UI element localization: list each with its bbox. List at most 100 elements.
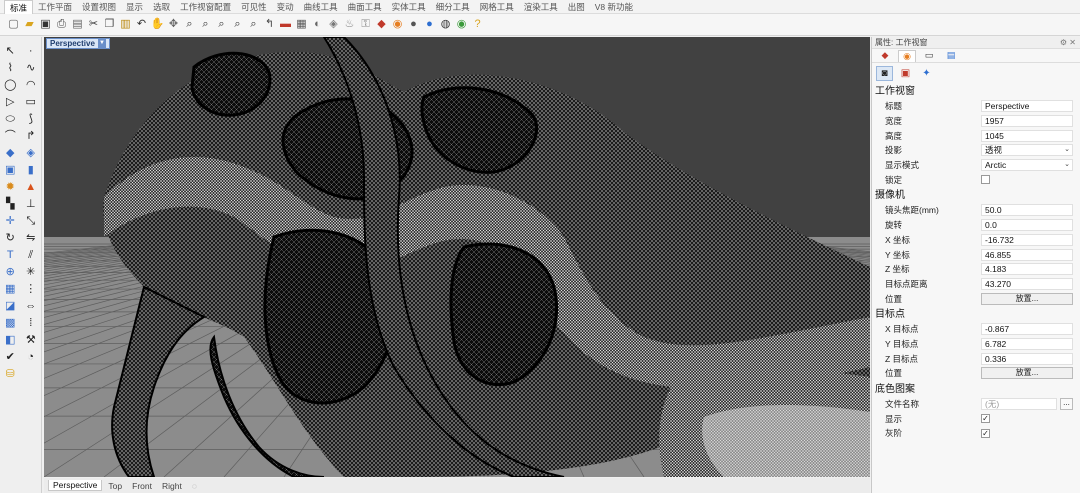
grid-icon[interactable]: ▦ (294, 17, 309, 32)
zoom-selected-icon[interactable]: ⌕ (230, 17, 245, 32)
height-field[interactable]: 1045 (981, 129, 1073, 142)
mesh-icon[interactable]: ▚ (3, 198, 17, 212)
tab-display[interactable]: 显示 (121, 0, 148, 14)
properties-tab-icon[interactable]: ◆ (876, 50, 894, 62)
text-icon[interactable]: ⁞ (24, 317, 38, 331)
render-icon[interactable]: ◍ (438, 17, 453, 32)
grid-array-icon[interactable]: ▩ (3, 317, 17, 331)
materials-tab-icon[interactable]: ◉ (898, 49, 916, 62)
camera-icon[interactable]: ◙ (876, 65, 893, 81)
tab-surface-tools[interactable]: 曲面工具 (343, 0, 387, 14)
add-view-icon[interactable]: ◌ (188, 481, 201, 491)
analyze-icon[interactable]: ◪ (3, 300, 17, 314)
group-icon[interactable]: ▦ (3, 283, 17, 297)
sphere-icon[interactable]: ● (406, 17, 421, 32)
camera-y-field[interactable]: 46.855 (981, 248, 1073, 261)
car-icon[interactable]: ▬ (278, 17, 293, 32)
target-place-button[interactable]: 放置... (981, 367, 1073, 380)
grayscale-checkbox[interactable]: ✓ (981, 428, 990, 438)
width-field[interactable]: 1957 (981, 115, 1073, 128)
display-mode-select[interactable]: Arctic ⌄ (981, 159, 1073, 172)
project-icon[interactable]: ⊥ (24, 198, 38, 212)
boolean-icon[interactable]: ✹ (3, 181, 17, 195)
globe-icon[interactable]: ◉ (454, 17, 469, 32)
zoom-window-icon[interactable]: ⌕ (198, 17, 213, 32)
tab-view-right[interactable]: Right (158, 481, 186, 491)
viewport-canvas[interactable] (44, 37, 870, 477)
hatch-icon[interactable]: ⚒ (24, 334, 38, 348)
material-icon[interactable]: ◆ (374, 17, 389, 32)
title-field[interactable]: Perspective (981, 100, 1073, 113)
tab-render-tools[interactable]: 渲染工具 (519, 0, 563, 14)
camera-x-field[interactable]: -16.732 (981, 233, 1073, 246)
fillet-curve-icon[interactable]: ⌒ (3, 130, 17, 144)
polygon-icon[interactable]: ▷ (3, 96, 17, 110)
move-icon[interactable]: ✛ (3, 215, 17, 229)
tab-drafting[interactable]: 出图 (563, 0, 590, 14)
tab-select[interactable]: 选取 (148, 0, 175, 14)
cylinder-icon[interactable]: ▮ (24, 164, 38, 178)
target-z-field[interactable]: 0.336 (981, 352, 1073, 365)
tab-solid-tools[interactable]: 实体工具 (387, 0, 431, 14)
render-sphere-icon[interactable]: ● (422, 17, 437, 32)
rotate-icon[interactable]: ↻ (3, 232, 17, 246)
viewport-perspective[interactable]: Perspective ▼ (44, 37, 870, 477)
save-icon[interactable]: ▣ (38, 17, 53, 32)
curve-icon[interactable]: ∿ (24, 62, 38, 76)
tag-icon[interactable]: ◐ (310, 17, 325, 32)
panel-options-icon[interactable]: ⚙ ✕ (1060, 37, 1076, 49)
extend-icon[interactable]: ↱ (24, 130, 38, 144)
rectangle-icon[interactable]: ▭ (24, 96, 38, 110)
tab-viewport-layout[interactable]: 工作视窗配置 (175, 0, 236, 14)
locked-checkbox[interactable] (981, 175, 990, 185)
undo-icon[interactable]: ↶ (134, 17, 149, 32)
rotation-field[interactable]: 0.0 (981, 219, 1073, 232)
layers-tab-icon[interactable]: ▤ (942, 50, 960, 62)
frame-icon[interactable]: ▣ (897, 66, 914, 81)
import-icon[interactable]: ▤ (70, 17, 85, 32)
zoom-extents-icon[interactable]: ⌕ (214, 17, 229, 32)
surface-icon[interactable]: ◆ (3, 147, 17, 161)
camera-place-button[interactable]: 放置... (981, 292, 1073, 305)
lens-field[interactable]: 50.0 (981, 204, 1073, 217)
tab-cplanes[interactable]: 工作平面 (33, 0, 77, 14)
join-icon[interactable]: ⊕ (3, 266, 17, 280)
circle-icon[interactable]: ◯ (3, 79, 17, 93)
print-icon[interactable]: ⎙ (54, 17, 69, 32)
array-icon[interactable]: ⋮ (24, 283, 38, 297)
chevron-down-icon[interactable]: ▼ (97, 39, 106, 48)
arc-icon[interactable]: ◠ (24, 79, 38, 93)
scale-icon[interactable]: ⤡ (24, 215, 38, 229)
zoom-icon[interactable]: ⌕ (182, 17, 197, 32)
mirror-icon[interactable]: ⇋ (24, 232, 38, 246)
color-wheel-icon[interactable]: ◉ (390, 17, 405, 32)
tab-curve-tools[interactable]: 曲线工具 (299, 0, 343, 14)
tab-v8-new[interactable]: V8 新功能 (590, 0, 638, 14)
paint-icon[interactable]: ⛁ (3, 368, 17, 382)
check-icon[interactable]: ✔ (3, 351, 17, 365)
fire-icon[interactable]: ▲ (24, 181, 38, 195)
lightbulb-icon[interactable]: ♨ (342, 17, 357, 32)
tab-view-front[interactable]: Front (128, 481, 156, 491)
tab-mesh-tools[interactable]: 网格工具 (475, 0, 519, 14)
trim-icon[interactable]: T (3, 249, 17, 263)
camera-z-field[interactable]: 4.183 (981, 263, 1073, 276)
split-icon[interactable]: ⫽ (24, 249, 38, 263)
cut-icon[interactable]: ✂ (86, 17, 101, 32)
open-file-icon[interactable]: ▰ (22, 17, 37, 32)
target-y-field[interactable]: 6.782 (981, 337, 1073, 350)
display-tab-icon[interactable]: ▭ (920, 50, 938, 62)
undo-view-icon[interactable]: ↰ (262, 17, 277, 32)
sun-icon[interactable]: ✦ (918, 66, 935, 81)
new-file-icon[interactable]: ▢ (6, 17, 21, 32)
select-arrow-icon[interactable]: ↖ (3, 45, 17, 59)
target-distance-field[interactable]: 43.270 (981, 277, 1073, 290)
loft-icon[interactable]: ◈ (24, 147, 38, 161)
tab-subd-tools[interactable]: 细分工具 (431, 0, 475, 14)
tab-set-view[interactable]: 设置视图 (77, 0, 121, 14)
explode-icon[interactable]: ✳ (24, 266, 38, 280)
tab-view-perspective[interactable]: Perspective (48, 480, 103, 491)
projection-select[interactable]: 透视 ⌄ (981, 144, 1073, 157)
zoom-extents-all-icon[interactable]: ⌕ (246, 17, 261, 32)
rotate-view-icon[interactable]: ✥ (166, 17, 181, 32)
